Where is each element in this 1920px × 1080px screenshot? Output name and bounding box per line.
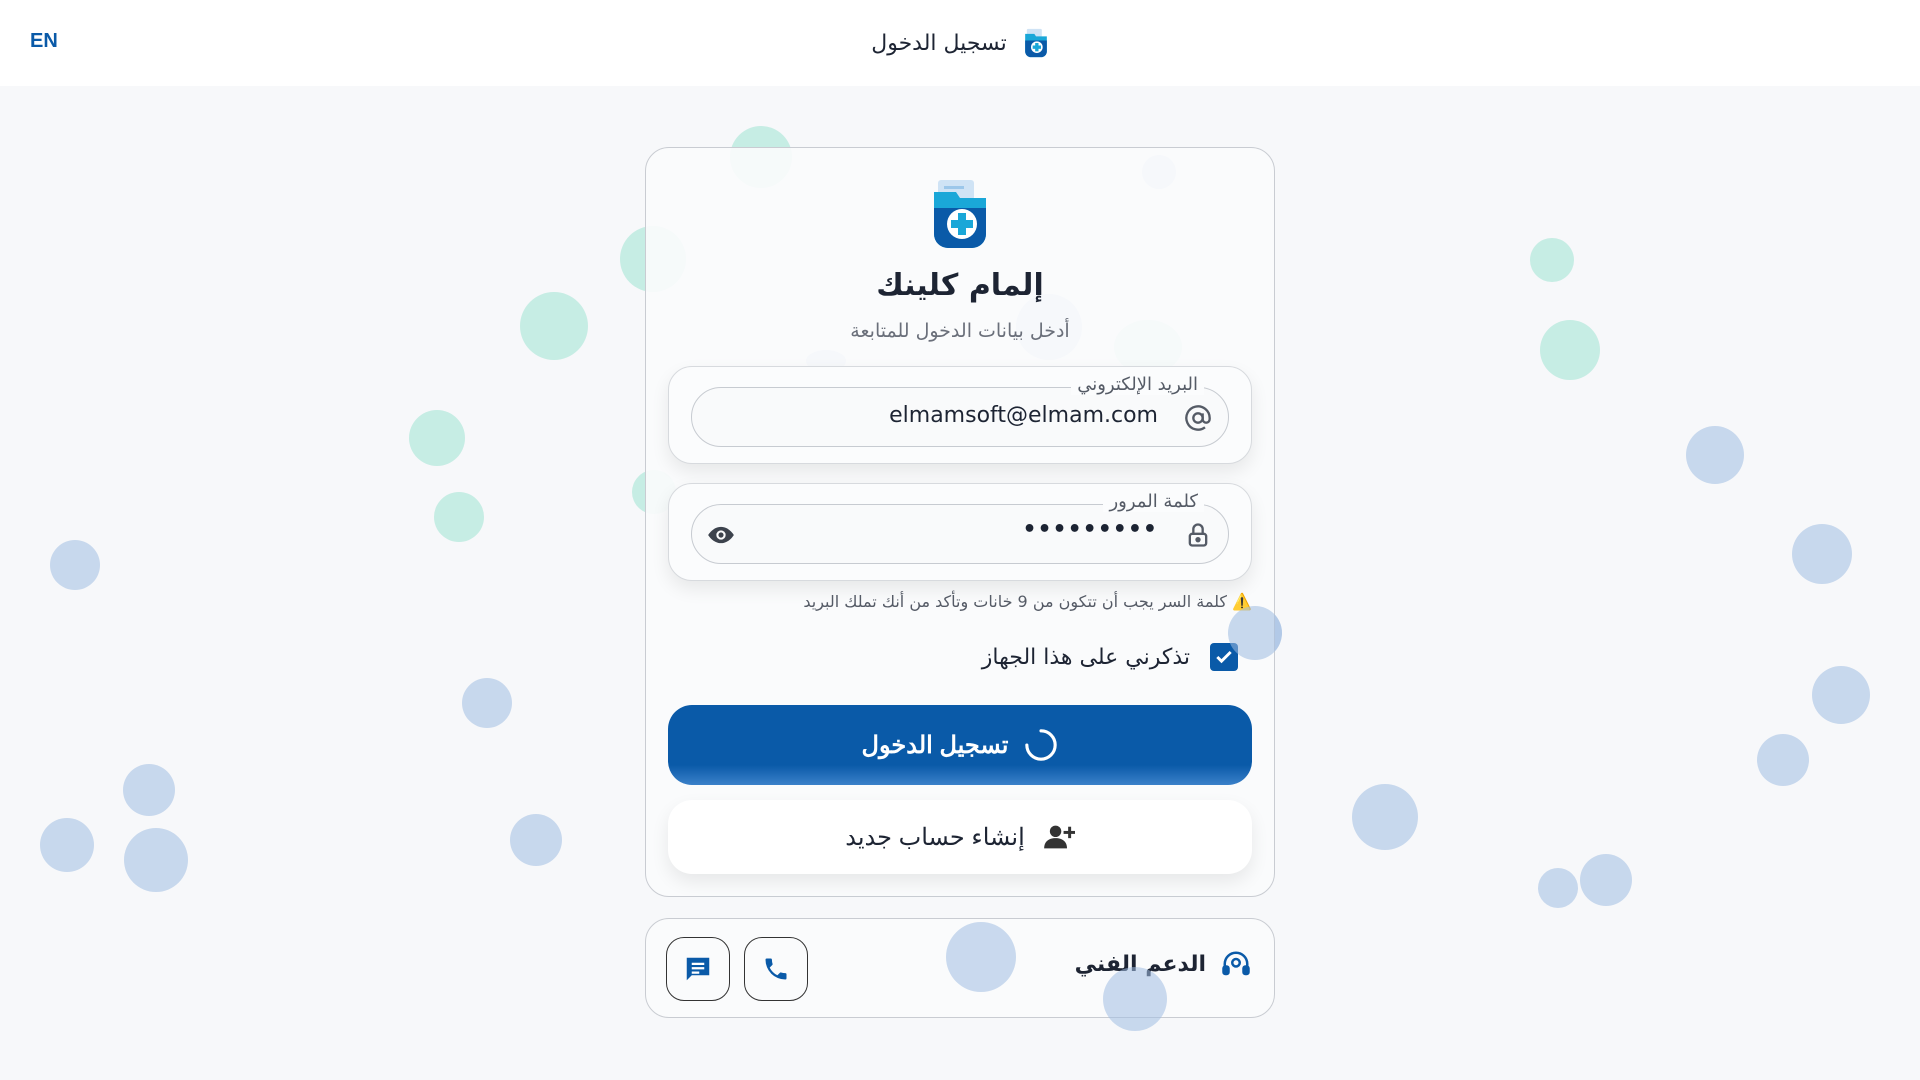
bubble	[1812, 666, 1870, 724]
bubble	[1228, 606, 1282, 660]
remember-label: تذكرني على هذا الجهاز	[981, 644, 1190, 670]
password-label: كلمة المرور	[1103, 491, 1204, 512]
support-title: الدعم الفني	[1075, 949, 1252, 979]
password-field[interactable]: كلمة المرور •••••••••	[691, 491, 1229, 564]
register-button-label: إنشاء حساب جديد	[845, 823, 1025, 851]
bubble	[462, 678, 512, 728]
bubble	[40, 818, 94, 872]
bubble	[520, 292, 588, 360]
login-button-label: تسجيل الدخول	[861, 731, 1009, 759]
email-label: البريد الإلكتروني	[1071, 374, 1204, 395]
spinner-icon	[1025, 729, 1058, 761]
login-subtitle: أدخل بيانات الدخول للمتابعة	[850, 320, 1070, 342]
bubble	[510, 814, 562, 866]
password-field-group: كلمة المرور •••••••••	[668, 483, 1252, 581]
top-bar: EN تسجيل الدخول	[0, 0, 1920, 86]
email-field-group: البريد الإلكتروني elmamsoft@elmam.com	[668, 366, 1252, 464]
bubble	[123, 764, 175, 816]
check-icon	[1216, 650, 1232, 664]
lock-icon	[1188, 523, 1208, 547]
login-button[interactable]: تسجيل الدخول	[668, 705, 1252, 785]
bubble	[50, 540, 100, 590]
page-title: تسجيل الدخول	[871, 30, 1007, 56]
chat-icon	[686, 957, 710, 981]
language-toggle[interactable]: EN	[30, 30, 58, 53]
phone-icon	[765, 958, 787, 980]
email-field[interactable]: البريد الإلكتروني elmamsoft@elmam.com	[691, 374, 1229, 447]
bubble	[1686, 426, 1744, 484]
clinic-logo-icon	[934, 180, 986, 248]
phone-button[interactable]	[744, 937, 808, 1001]
register-button[interactable]: إنشاء حساب جديد	[668, 800, 1252, 874]
bubble	[124, 828, 188, 892]
bubble	[1352, 784, 1418, 850]
chat-button[interactable]	[666, 937, 730, 1001]
bubble	[946, 922, 1016, 992]
bubble	[1540, 320, 1600, 380]
bubble	[434, 492, 484, 542]
email-value: elmamsoft@elmam.com	[889, 403, 1158, 428]
add-user-icon	[1043, 825, 1075, 849]
remember-me[interactable]: تذكرني على هذا الجهاز	[900, 640, 1238, 674]
password-value: •••••••••	[1022, 517, 1158, 542]
bubble	[1757, 734, 1809, 786]
at-icon	[1185, 405, 1211, 431]
bubble	[1792, 524, 1852, 584]
bubble	[1538, 868, 1578, 908]
clinic-logo-icon	[1024, 28, 1047, 58]
app-name: إلمام كلينك	[876, 268, 1044, 303]
top-title: تسجيل الدخول	[860, 26, 1060, 60]
bubble	[1103, 967, 1167, 1031]
password-hint: ⚠️ كلمة السر يجب أن تتكون من 9 خانات وتأ…	[803, 592, 1252, 611]
eye-icon[interactable]	[706, 521, 736, 549]
headset-icon	[1222, 951, 1250, 976]
bubble	[409, 410, 465, 466]
bubble	[1530, 238, 1574, 282]
bubble	[1580, 854, 1632, 906]
